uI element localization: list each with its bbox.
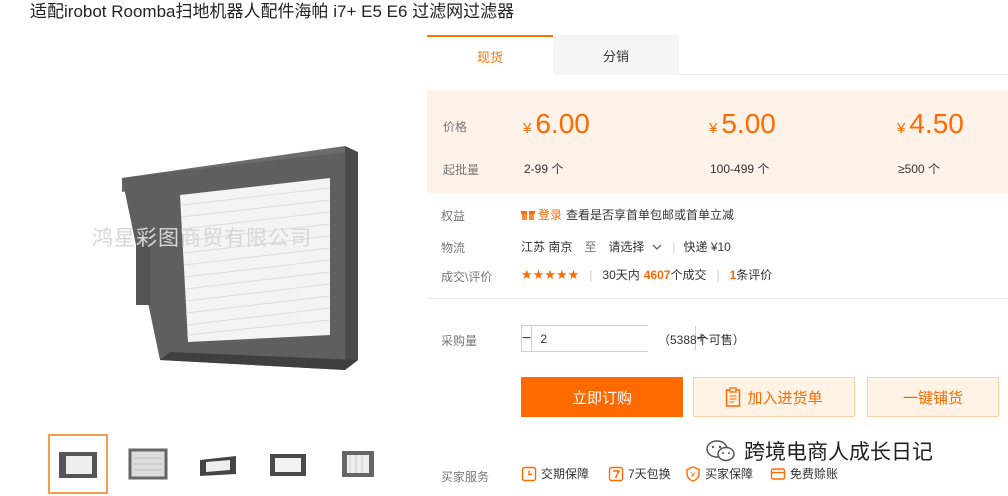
sales-suffix: 个成交	[670, 268, 707, 282]
decrease-button[interactable]: −	[522, 326, 533, 351]
account-watermark: 跨境电商人成长日记	[706, 436, 933, 466]
separator: |	[716, 267, 720, 282]
service-item[interactable]: ¥ 买家保障	[685, 465, 753, 482]
benefits-label: 权益	[441, 209, 466, 223]
sales-count[interactable]: 4607	[644, 268, 671, 282]
thumbnail[interactable]	[328, 434, 388, 494]
qty-range-2: 100-499 个	[710, 162, 770, 176]
separator: |	[589, 267, 593, 282]
purchase-qty-label: 采购量	[441, 334, 478, 348]
price-panel: 价格 起批量 ¥6.00 ¥5.00 ¥4.50 2-99 个 100-499 …	[427, 90, 1008, 193]
services-label: 买家服务	[441, 470, 490, 484]
reviews-row: ★★★★★ | 30天内 4607 个成交 | 1 条评价	[521, 266, 772, 283]
logistics-label: 物流	[441, 241, 466, 255]
price-tier-3: ¥4.50	[897, 108, 964, 140]
price-label: 价格	[443, 120, 468, 134]
wechat-icon	[706, 440, 736, 462]
benefits-row: 登录 查看是否享首单包邮或首单立减	[521, 206, 734, 223]
currency-symbol: ¥	[523, 120, 532, 137]
shipping-fee: 快递 ¥10	[683, 240, 731, 254]
ship-origin: 江苏 南京	[521, 240, 573, 254]
available-stock: （5388个可售）	[658, 333, 745, 347]
star-rating: ★★★★★	[521, 266, 580, 282]
shield-icon: ¥	[685, 465, 701, 482]
min-qty-label: 起批量	[443, 163, 480, 177]
qty-range-3: ≥500 个	[898, 162, 940, 176]
credit-icon	[770, 466, 786, 482]
thumbnail[interactable]	[48, 434, 108, 494]
one-click-distribute-button[interactable]: 一键铺货	[867, 377, 999, 417]
service-item[interactable]: 免费赊账	[770, 465, 838, 482]
review-suffix: 条评价	[736, 268, 773, 282]
thumbnail-strip	[48, 434, 388, 494]
divider	[427, 298, 1008, 299]
separator: |	[672, 239, 676, 254]
reviews-label: 成交\评价	[441, 270, 493, 284]
service-label: 交期保障	[541, 467, 590, 481]
service-label: 买家保障	[705, 467, 754, 481]
price-value: 6.00	[535, 108, 590, 139]
ship-to-label: 至	[584, 240, 597, 254]
tab-spot[interactable]: 现货	[427, 35, 553, 75]
price-tier-2: ¥5.00	[709, 108, 776, 140]
sales-prefix: 30天内	[602, 268, 640, 282]
product-title: 适配irobot Roomba扫地机器人配件海帕 i7+ E5 E6 过滤网过滤…	[30, 2, 515, 21]
login-link[interactable]: 登录	[538, 206, 562, 223]
tab-distribution[interactable]: 分销	[553, 35, 679, 75]
thumbnail[interactable]	[258, 434, 318, 494]
price-value: 4.50	[909, 108, 964, 139]
benefits-text: 查看是否享首单包邮或首单立减	[566, 208, 735, 222]
add-to-purchase-list-button[interactable]: 加入进货单	[693, 377, 855, 417]
offer-tabs: 现货 分销	[427, 35, 1008, 75]
thumbnail[interactable]	[188, 434, 248, 494]
seven-day-icon	[608, 466, 624, 482]
svg-text:¥: ¥	[691, 472, 695, 479]
clock-shield-icon	[521, 466, 537, 482]
quantity-stepper: − +	[521, 325, 706, 352]
logistics-row: 江苏 南京 至 请选择 | 快递 ¥10	[521, 238, 731, 255]
watermark-text: 跨境电商人成长日记	[744, 441, 933, 464]
clipboard-icon	[725, 387, 741, 407]
price-value: 5.00	[721, 108, 776, 139]
currency-symbol: ¥	[897, 120, 906, 137]
currency-symbol: ¥	[709, 120, 718, 137]
service-item[interactable]: 交期保障	[521, 465, 589, 482]
thumbnail[interactable]	[118, 434, 178, 494]
service-item[interactable]: 7天包换	[608, 465, 671, 482]
service-label: 7天包换	[628, 467, 671, 481]
price-tier-1: ¥6.00	[523, 108, 590, 140]
image-watermark: 鸿星彩图商贸有限公司	[92, 227, 312, 250]
service-label: 免费赊账	[790, 467, 839, 481]
destination-select[interactable]: 请选择	[608, 238, 644, 255]
gift-icon	[521, 208, 535, 221]
qty-range-1: 2-99 个	[524, 162, 564, 176]
buy-now-button[interactable]: 立即订购	[521, 377, 683, 417]
chevron-down-icon[interactable]	[652, 240, 662, 254]
add-to-list-label: 加入进货单	[747, 389, 823, 407]
review-count[interactable]: 1	[730, 268, 737, 282]
